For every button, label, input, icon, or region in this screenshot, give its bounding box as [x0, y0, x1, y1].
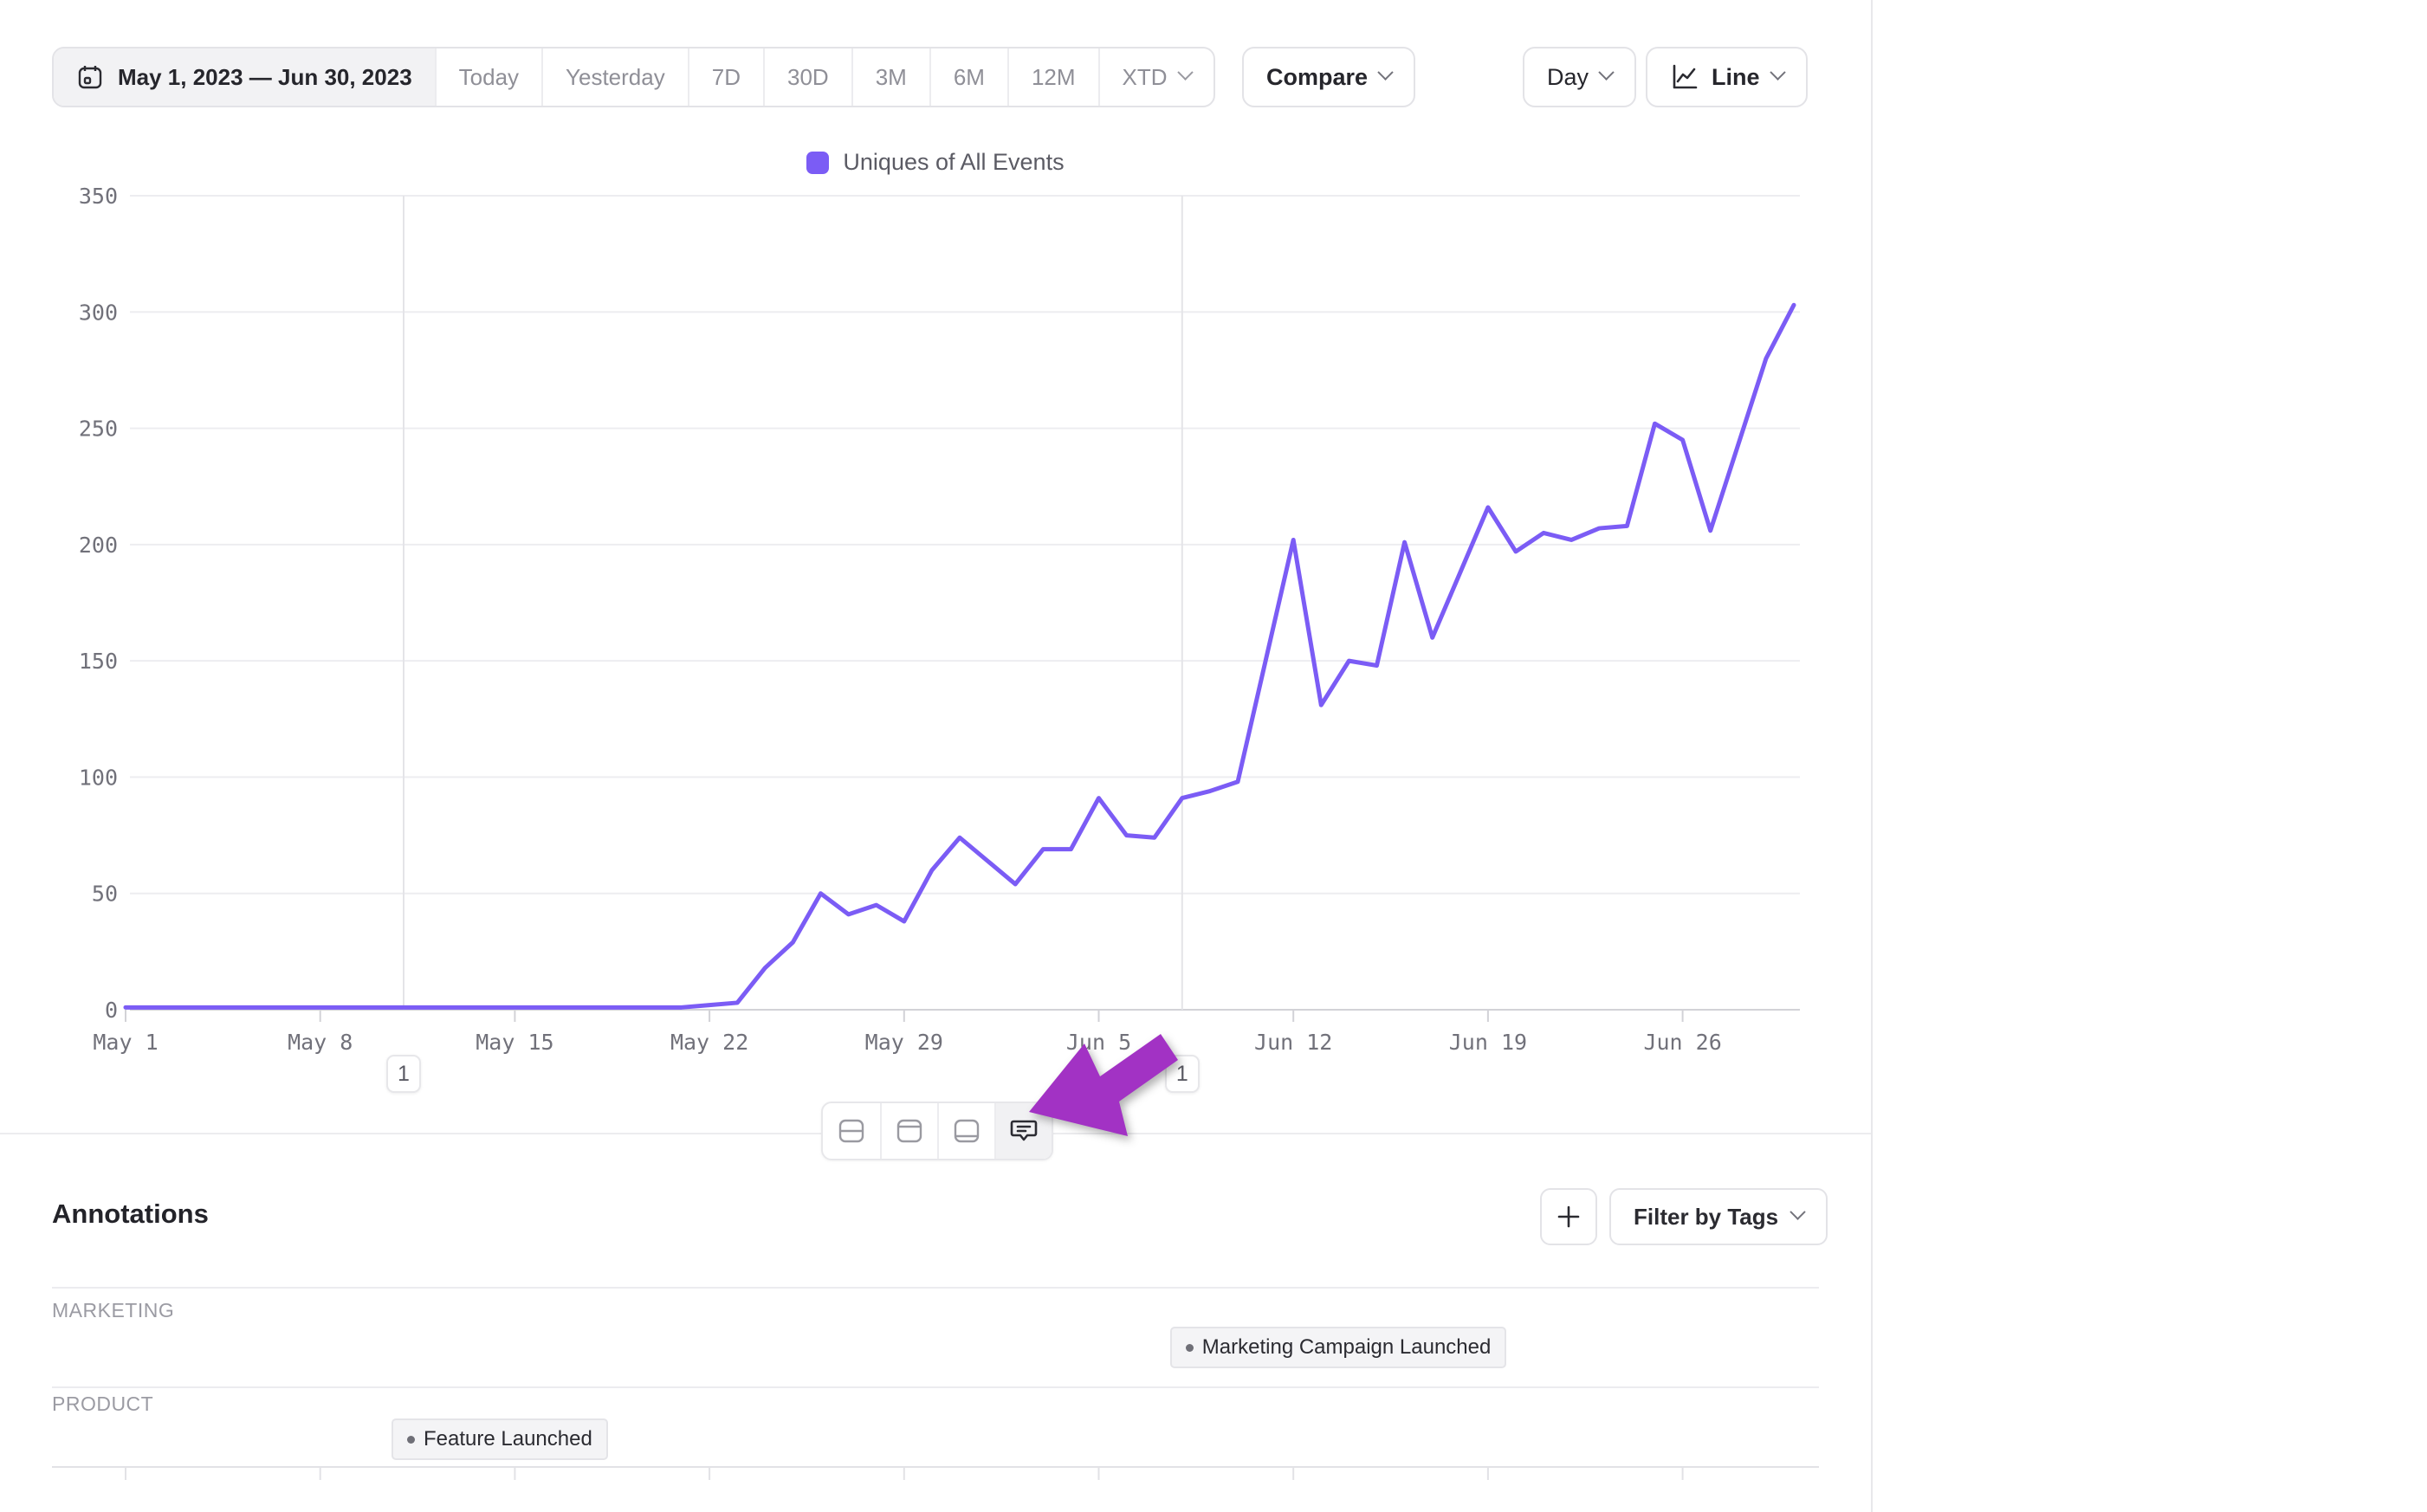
- annotation-group-marketing: MARKETING: [52, 1299, 174, 1322]
- svg-text:Jun 26: Jun 26: [1643, 1030, 1721, 1055]
- main-pane: May 1, 2023 — Jun 30, 2023 Today Yesterd…: [0, 0, 1871, 1512]
- svg-text:50: 50: [92, 882, 118, 907]
- annotation-chip[interactable]: Feature Launched: [392, 1418, 608, 1460]
- annotation-group-product: PRODUCT: [52, 1392, 153, 1416]
- divider: [52, 1386, 1819, 1388]
- annotations-panel-title: Annotations: [52, 1199, 209, 1230]
- annotation-dot-icon: [1186, 1344, 1194, 1352]
- pointer-arrow: [979, 1005, 1239, 1178]
- annotations-timeline-ticks: [0, 1466, 1871, 1512]
- split-rows-icon[interactable]: [823, 1103, 880, 1159]
- svg-text:250: 250: [79, 417, 118, 442]
- svg-text:May 29: May 29: [865, 1030, 943, 1055]
- svg-text:May 1: May 1: [93, 1030, 158, 1055]
- svg-text:May 22: May 22: [670, 1030, 748, 1055]
- query-sidebar: Query Chart Annotations: [1871, 0, 2427, 1512]
- svg-text:100: 100: [79, 765, 118, 790]
- svg-text:300: 300: [79, 300, 118, 325]
- divider: [52, 1287, 1819, 1289]
- svg-text:May 15: May 15: [476, 1030, 553, 1055]
- add-annotation-button[interactable]: [1540, 1188, 1597, 1245]
- annotation-chip[interactable]: Marketing Campaign Launched: [1170, 1327, 1507, 1368]
- svg-text:200: 200: [79, 533, 118, 558]
- line-chart[interactable]: 0 50 100 150 200 250 300 350 May 1 May 8 May 15 May…: [0, 0, 1871, 1134]
- svg-text:0: 0: [105, 998, 118, 1023]
- svg-text:150: 150: [79, 649, 118, 674]
- annotation-chip-label: Feature Launched: [424, 1427, 592, 1451]
- annotation-chip-label: Marketing Campaign Launched: [1202, 1335, 1492, 1360]
- filter-by-tags-button[interactable]: Filter by Tags: [1609, 1188, 1828, 1245]
- svg-text:350: 350: [79, 184, 118, 209]
- svg-text:Jun 12: Jun 12: [1254, 1030, 1332, 1055]
- top-panel-icon[interactable]: [880, 1103, 937, 1159]
- svg-text:Jun 19: Jun 19: [1449, 1030, 1527, 1055]
- annotation-marker-badge[interactable]: 1: [386, 1055, 421, 1093]
- svg-text:May 8: May 8: [288, 1030, 353, 1055]
- annotation-dot-icon: [407, 1436, 415, 1444]
- chevron-down-icon: [1790, 1204, 1805, 1219]
- filter-by-tags-label: Filter by Tags: [1634, 1204, 1778, 1231]
